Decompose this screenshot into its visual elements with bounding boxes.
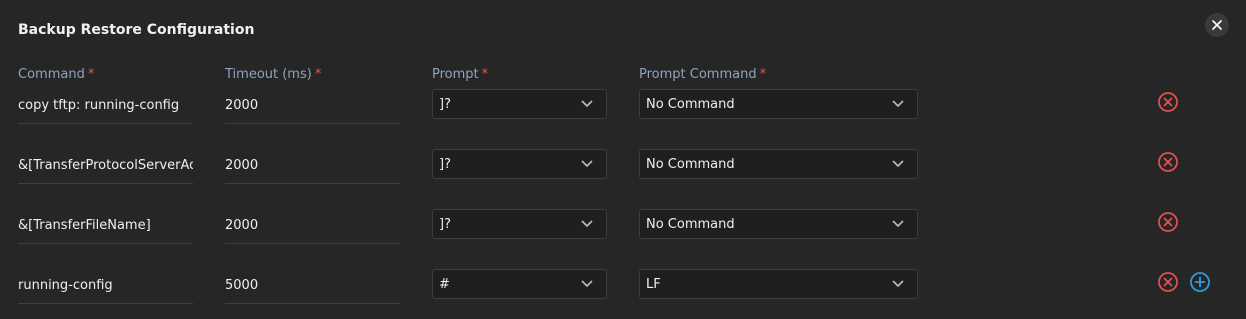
chevron-down-icon xyxy=(581,100,593,108)
column-header-prompt: Prompt * xyxy=(432,67,488,82)
prompt-select[interactable]: ]? xyxy=(432,209,607,239)
command-row: &[TransferFileName] 2000 ]? No Command xyxy=(0,209,1246,253)
command-input[interactable]: copy tftp: running-config xyxy=(18,93,193,124)
dialog-title: Backup Restore Configuration xyxy=(18,22,255,38)
column-header-prompt-label: Prompt xyxy=(432,67,479,82)
close-icon xyxy=(1212,20,1222,30)
prompt-select-value: ]? xyxy=(439,96,451,112)
command-row: &[TransferProtocolServerAddress] 2000 ]?… xyxy=(0,149,1246,193)
remove-row-button[interactable] xyxy=(1157,271,1179,293)
remove-circle-icon xyxy=(1158,92,1178,112)
remove-row-button[interactable] xyxy=(1157,211,1179,233)
prompt-command-select-value: No Command xyxy=(646,216,735,232)
timeout-input[interactable]: 2000 xyxy=(225,213,400,244)
required-marker: * xyxy=(314,67,322,82)
command-input[interactable]: running-config xyxy=(18,273,193,304)
column-header-command: Command * xyxy=(18,67,94,82)
command-input[interactable]: &[TransferProtocolServerAddress] xyxy=(18,153,193,184)
chevron-down-icon xyxy=(581,160,593,168)
command-row: copy tftp: running-config 2000 ]? No Com… xyxy=(0,89,1246,133)
prompt-command-select[interactable]: LF xyxy=(639,269,918,299)
prompt-select[interactable]: ]? xyxy=(432,89,607,119)
prompt-command-select-value: LF xyxy=(646,276,661,292)
remove-circle-icon xyxy=(1158,212,1178,232)
remove-circle-icon xyxy=(1158,152,1178,172)
chevron-down-icon xyxy=(892,160,904,168)
column-header-timeout: Timeout (ms) * xyxy=(225,67,321,82)
prompt-command-select[interactable]: No Command xyxy=(639,89,918,119)
column-header-command-label: Command xyxy=(18,67,85,82)
required-marker: * xyxy=(759,67,767,82)
remove-row-button[interactable] xyxy=(1157,91,1179,113)
prompt-select-value: ]? xyxy=(439,156,451,172)
prompt-select-value: # xyxy=(439,276,450,292)
prompt-command-select-value: No Command xyxy=(646,156,735,172)
column-header-timeout-label: Timeout (ms) xyxy=(225,67,312,82)
prompt-command-select[interactable]: No Command xyxy=(639,149,918,179)
add-row-button[interactable] xyxy=(1189,271,1211,293)
required-marker: * xyxy=(481,67,489,82)
prompt-select-value: ]? xyxy=(439,216,451,232)
chevron-down-icon xyxy=(581,220,593,228)
timeout-input[interactable]: 5000 xyxy=(225,273,400,304)
remove-circle-icon xyxy=(1158,272,1178,292)
column-header-prompt-command: Prompt Command * xyxy=(639,67,766,82)
prompt-command-select[interactable]: No Command xyxy=(639,209,918,239)
add-circle-icon xyxy=(1190,272,1210,292)
command-input[interactable]: &[TransferFileName] xyxy=(18,213,193,244)
prompt-command-select-value: No Command xyxy=(646,96,735,112)
required-marker: * xyxy=(87,67,95,82)
prompt-select[interactable]: # xyxy=(432,269,607,299)
chevron-down-icon xyxy=(892,220,904,228)
timeout-input[interactable]: 2000 xyxy=(225,93,400,124)
remove-row-button[interactable] xyxy=(1157,151,1179,173)
column-header-prompt-command-label: Prompt Command xyxy=(639,67,757,82)
command-row: running-config 5000 # LF xyxy=(0,269,1246,313)
prompt-select[interactable]: ]? xyxy=(432,149,607,179)
chevron-down-icon xyxy=(892,280,904,288)
chevron-down-icon xyxy=(892,100,904,108)
close-button[interactable] xyxy=(1205,13,1229,37)
timeout-input[interactable]: 2000 xyxy=(225,153,400,184)
chevron-down-icon xyxy=(581,280,593,288)
